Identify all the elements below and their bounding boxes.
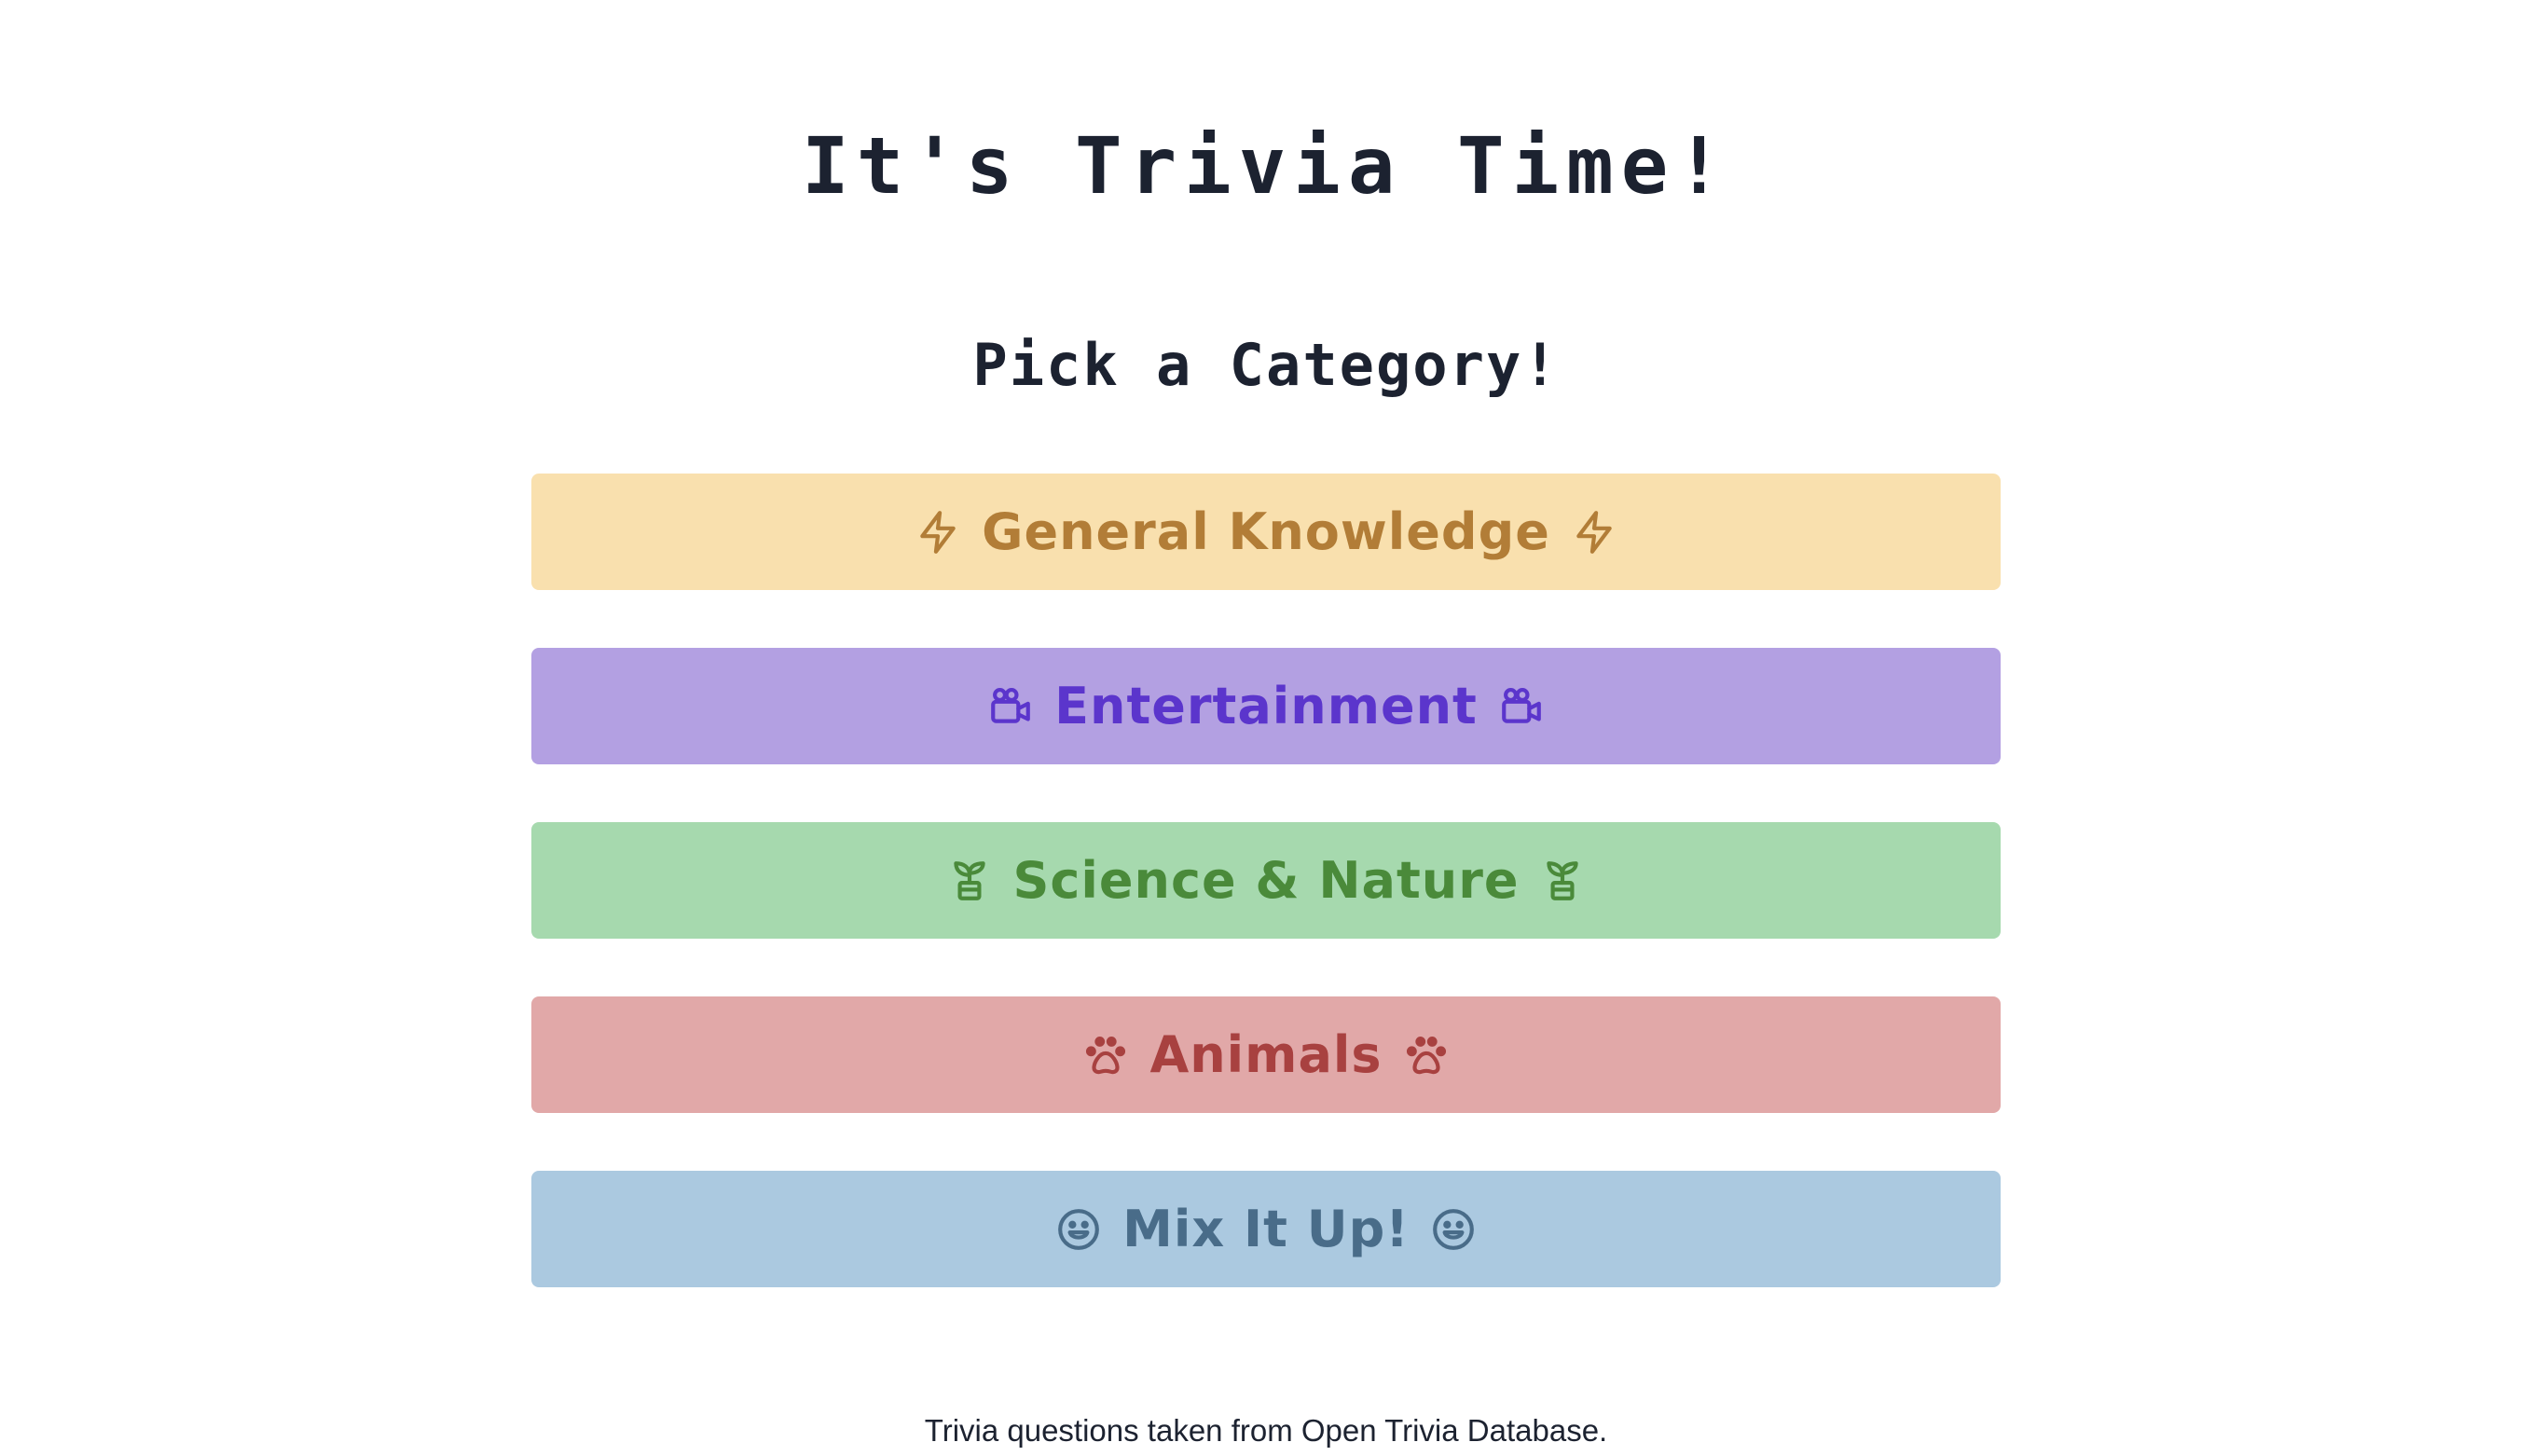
category-prompt: Pick a Category! [972,331,1560,399]
lightning-bolt-icon [915,507,961,557]
category-label: Animals [1149,1025,1383,1084]
video-camera-icon [987,681,1034,732]
plant-icon [946,856,993,906]
attribution-text: Trivia questions taken from [924,1413,1301,1448]
page-title: It's Trivia Time! [802,120,1730,212]
category-button-science-nature[interactable]: Science & Nature [531,822,2001,939]
category-label: Mix It Up! [1122,1200,1410,1258]
open-trivia-database-link[interactable]: Open Trivia Database [1301,1413,1599,1448]
category-list: General Knowledge Entertainment Science … [531,474,2001,1287]
attribution-footer: Trivia questions taken from Open Trivia … [0,1408,2532,1454]
category-label: Science & Nature [1012,851,1520,910]
category-label: Entertainment [1054,677,1478,735]
paw-icon [1403,1030,1450,1080]
lightning-bolt-icon [1571,507,1617,557]
category-button-entertainment[interactable]: Entertainment [531,648,2001,764]
video-camera-icon [1498,681,1545,732]
smiley-icon [1430,1204,1477,1255]
attribution-period: . [1599,1413,1608,1448]
category-button-animals[interactable]: Animals [531,996,2001,1113]
category-label: General Knowledge [982,502,1550,561]
paw-icon [1082,1030,1129,1080]
page: It's Trivia Time! Pick a Category! Gener… [0,0,2532,1456]
category-button-mix-it-up[interactable]: Mix It Up! [531,1171,2001,1287]
smiley-icon [1055,1204,1102,1255]
plant-icon [1539,856,1586,906]
category-button-general-knowledge[interactable]: General Knowledge [531,474,2001,590]
